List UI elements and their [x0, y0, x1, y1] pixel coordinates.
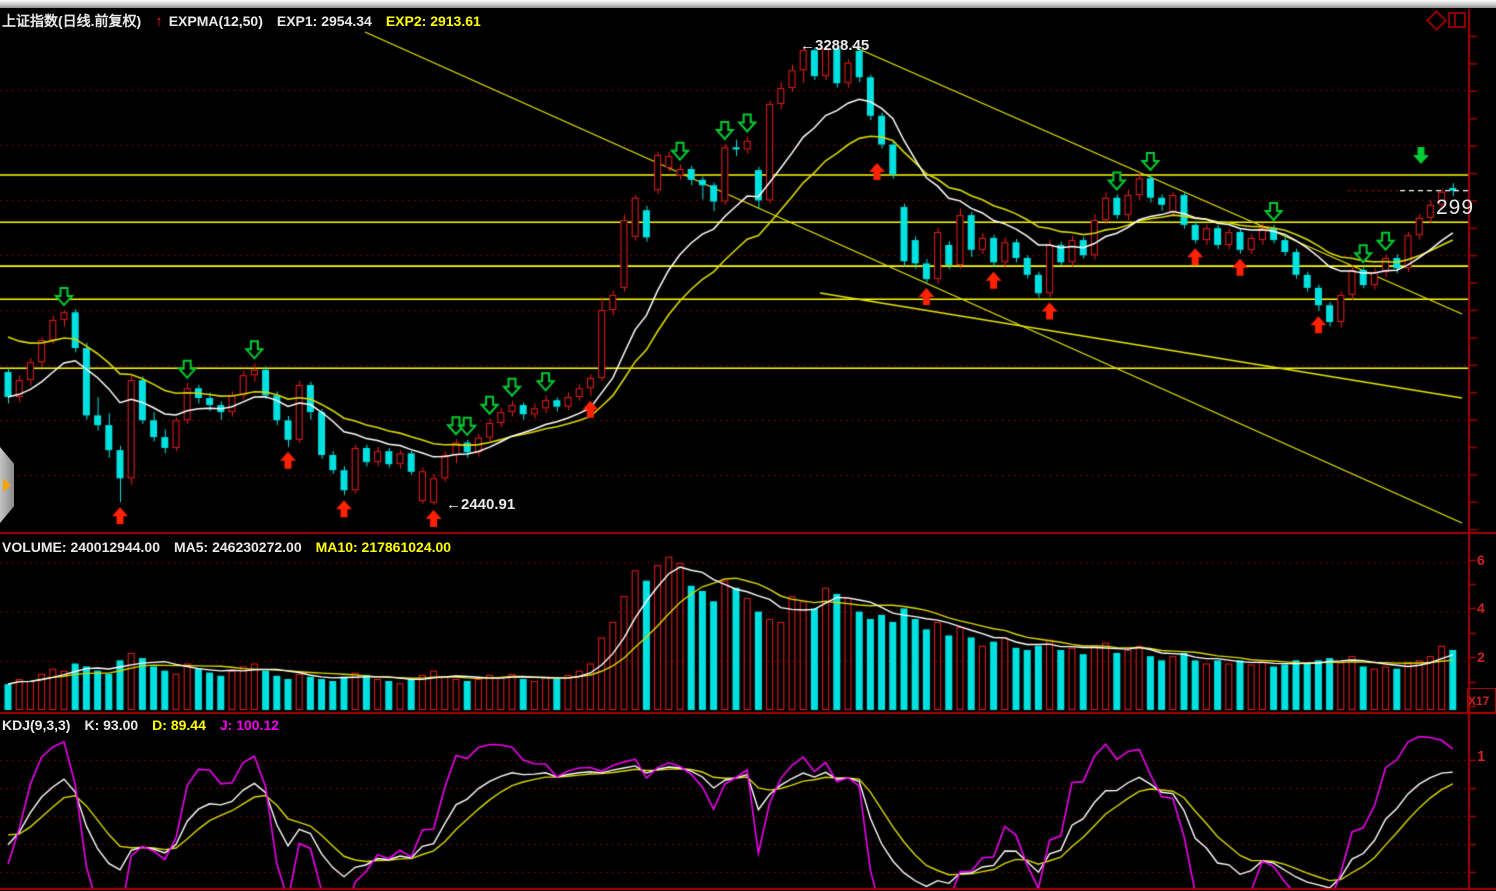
instrument-title: 上证指数(日线.前复权): [2, 11, 141, 31]
volume-axis-label-6: 6: [1477, 552, 1485, 568]
trough-price-label: ←2440.91: [446, 496, 515, 513]
indicator-name: EXPMA(12,50): [169, 13, 263, 29]
kdj-d-value: D: 89.44: [152, 717, 206, 733]
main-chart-header: 上证指数(日线.前复权) ↑ EXPMA(12,50) EXP1: 2954.3…: [2, 11, 495, 31]
kdj-axis-label-100: 1: [1477, 748, 1485, 765]
peak-price-label: ←3288.45: [800, 37, 869, 54]
up-arrow-icon: ↑: [155, 13, 163, 30]
expand-arrow-icon: [3, 478, 11, 492]
kdj-name: KDJ(9,3,3): [2, 717, 70, 733]
chart-canvas[interactable]: [0, 0, 1496, 891]
kdj-j-value: J: 100.12: [220, 717, 279, 733]
volume-axis-label-4: 4: [1477, 600, 1485, 616]
volume-scale-box: X17: [1467, 688, 1496, 713]
last-price-label: 299: [1436, 196, 1474, 220]
kdj-header: KDJ(9,3,3) K: 93.00 D: 89.44 J: 100.12: [2, 717, 293, 733]
trading-terminal: 上证指数(日线.前复权) ↑ EXPMA(12,50) EXP1: 2954.3…: [0, 0, 1496, 891]
volume-axis-label-2: 2: [1477, 649, 1485, 665]
volume-scale-label: X17: [1468, 694, 1489, 708]
volume-header: VOLUME: 240012944.00 MA5: 246230272.00 M…: [2, 539, 465, 555]
volume-ma10-value: MA10: 217861024.00: [316, 539, 451, 555]
kdj-k-value: K: 93.00: [84, 717, 138, 733]
volume-ma5-value: MA5: 246230272.00: [174, 539, 302, 555]
window-top-edge: [0, 0, 1496, 8]
split-window-icon[interactable]: [1448, 12, 1466, 28]
volume-value: VOLUME: 240012944.00: [2, 539, 160, 555]
exp2-value: EXP2: 2913.61: [386, 13, 481, 29]
exp1-value: EXP1: 2954.34: [277, 13, 372, 29]
